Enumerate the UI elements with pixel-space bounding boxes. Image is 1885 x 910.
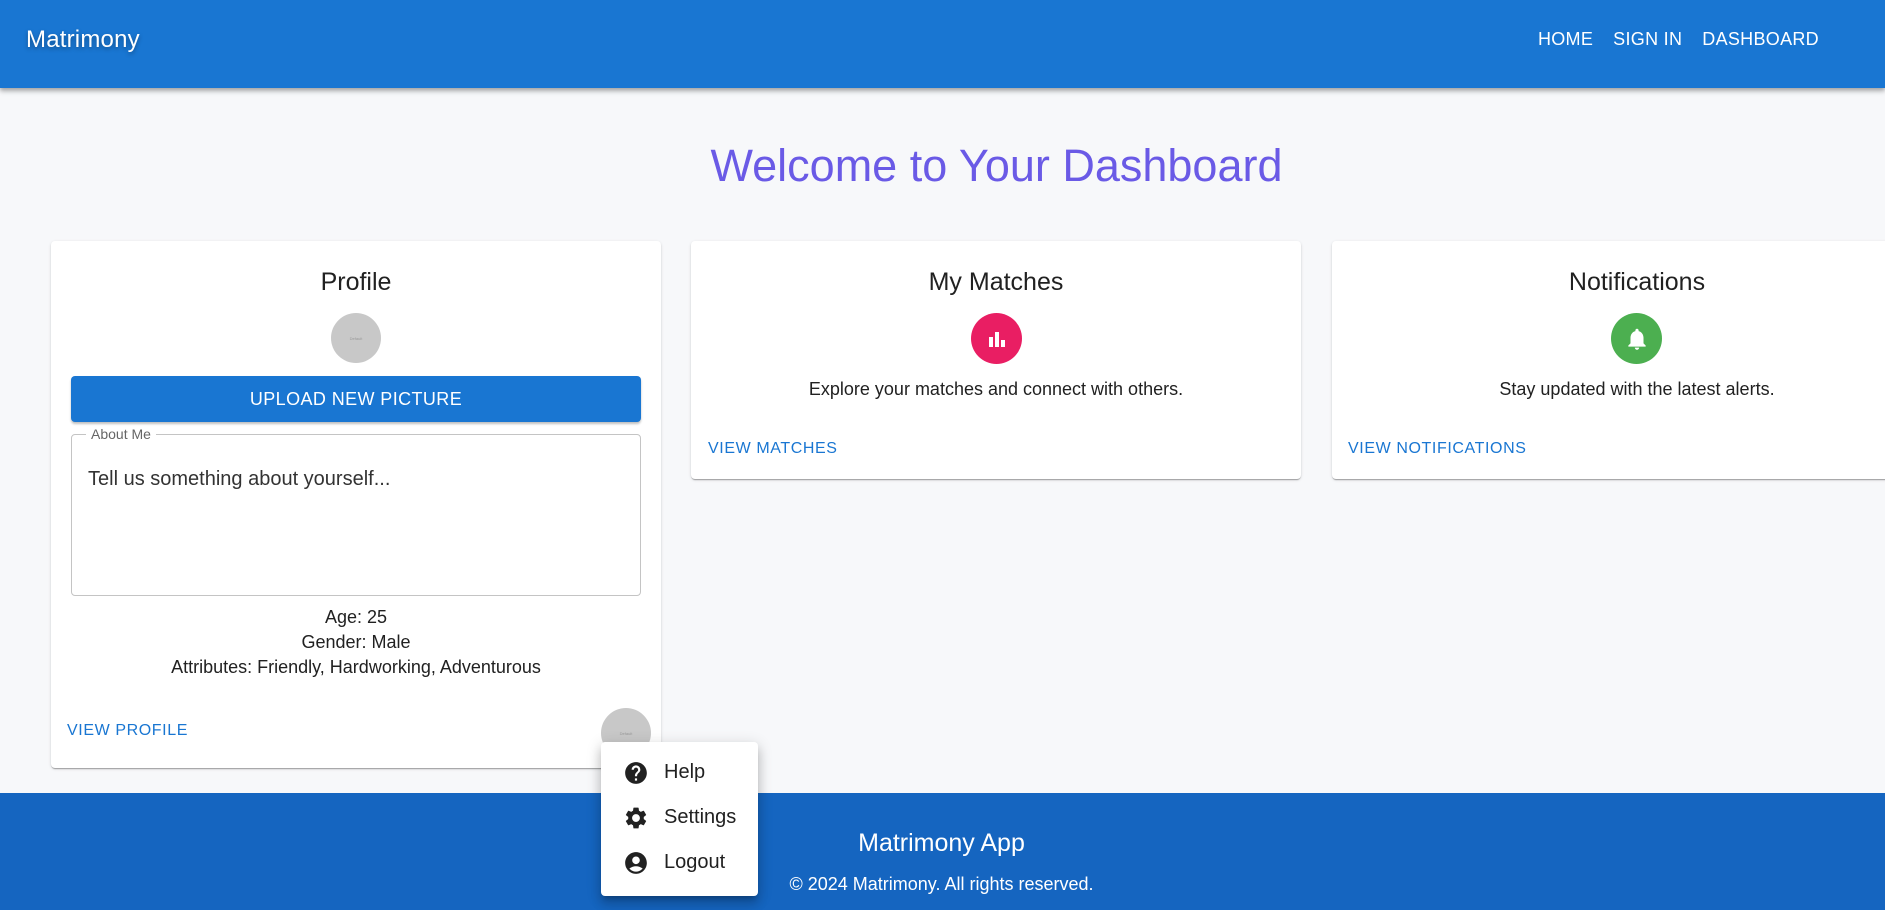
matches-card: My Matches Explore your matches and conn…: [691, 241, 1301, 479]
page-title: Welcome to Your Dashboard: [710, 140, 1283, 191]
footer: Matrimony App © 2024 Matrimony. All righ…: [0, 793, 1885, 910]
notifications-icon-badge: [1611, 313, 1662, 364]
matches-description: Explore your matches and connect with ot…: [808, 379, 1184, 399]
matches-card-title: My Matches: [928, 268, 1064, 296]
avatar-placeholder-text: Default: [619, 730, 633, 736]
avatar-placeholder-text: Default: [349, 335, 363, 341]
app-bar: Matrimony HOME SIGN IN DASHBOARD: [0, 0, 1885, 88]
profile-attributes: Attributes: Friendly, Hardworking, Adven…: [171, 657, 541, 677]
upload-picture-button[interactable]: UPLOAD NEW PICTURE: [71, 376, 641, 422]
view-matches-link[interactable]: VIEW MATCHES: [708, 440, 838, 458]
nav-home[interactable]: HOME: [1528, 29, 1603, 50]
menu-item-label: Settings: [664, 806, 737, 828]
profile-avatar: Default: [331, 313, 381, 363]
gear-icon: [623, 805, 649, 831]
menu-item-label: Help: [664, 761, 706, 783]
top-nav: HOME SIGN IN DASHBOARD: [1528, 29, 1829, 50]
brand-title[interactable]: Matrimony: [26, 26, 140, 54]
notifications-card: Notifications Stay updated with the late…: [1332, 241, 1885, 479]
profile-stats: Age: 25 Gender: Male Attributes: Friendl…: [51, 605, 661, 680]
footer-copyright: © 2024 Matrimony. All rights reserved.: [789, 874, 1094, 894]
about-me-field[interactable]: About Me Tell us something about yoursel…: [71, 426, 641, 596]
profile-card: Profile Default UPLOAD NEW PICTURE About…: [51, 241, 661, 768]
help-icon: [623, 760, 649, 786]
nav-dashboard[interactable]: DASHBOARD: [1692, 29, 1829, 50]
bar-chart-icon: [988, 331, 1005, 347]
menu-item-label: Logout: [664, 851, 726, 873]
footer-title: Matrimony App: [858, 829, 1025, 857]
menu-item-logout[interactable]: Logout: [601, 840, 758, 885]
about-me-placeholder[interactable]: Tell us something about yourself...: [88, 468, 390, 491]
notifications-description: Stay updated with the latest alerts.: [1499, 379, 1775, 399]
view-profile-link[interactable]: VIEW PROFILE: [67, 722, 188, 740]
view-notifications-link[interactable]: VIEW NOTIFICATIONS: [1348, 440, 1527, 458]
profile-card-title: Profile: [320, 268, 392, 296]
bell-icon: [1627, 328, 1646, 350]
matches-icon-badge: [971, 313, 1022, 364]
menu-item-settings[interactable]: Settings: [601, 795, 758, 840]
notifications-card-title: Notifications: [1568, 268, 1706, 296]
nav-sign-in[interactable]: SIGN IN: [1603, 29, 1692, 50]
profile-age: Age: 25: [324, 607, 388, 627]
about-me-label: About Me: [91, 426, 151, 442]
profile-gender: Gender: Male: [301, 632, 411, 652]
account-circle-icon: [623, 850, 649, 876]
menu-item-help[interactable]: Help: [601, 750, 758, 795]
user-menu: Help Settings Logout: [601, 742, 758, 896]
